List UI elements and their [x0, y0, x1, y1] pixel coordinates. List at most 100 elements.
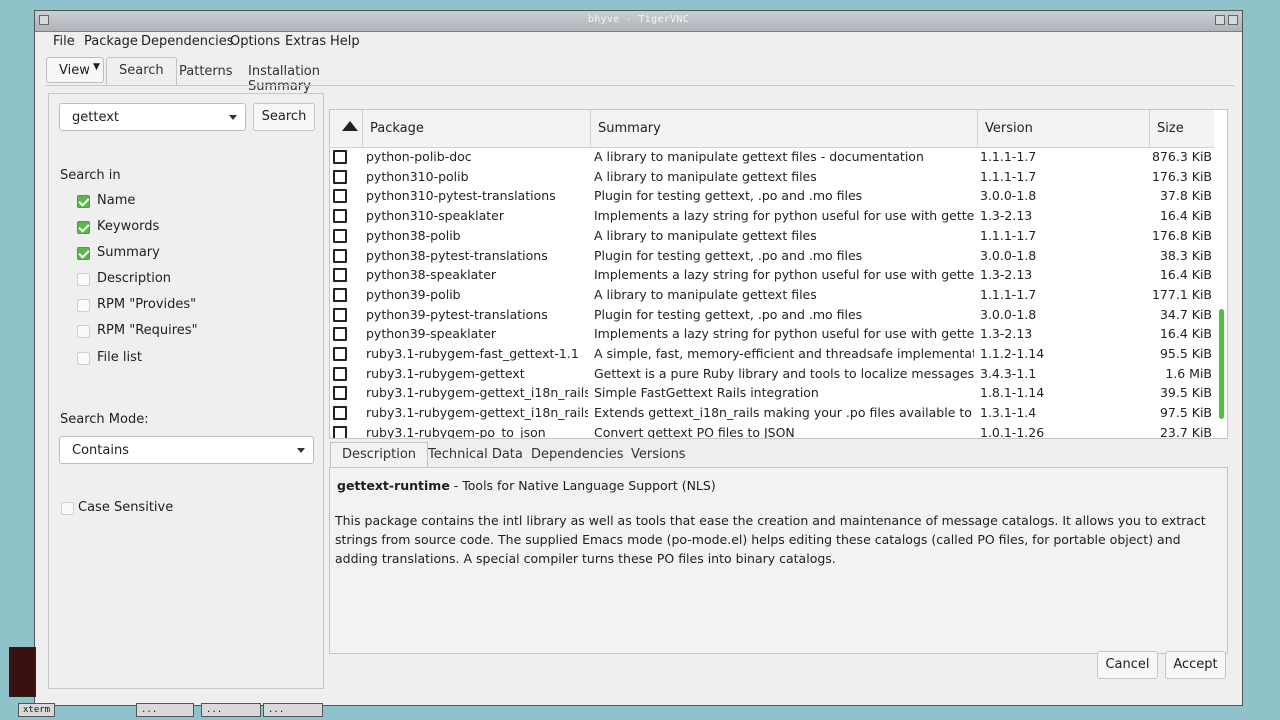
dropdown-arrow-icon — [297, 448, 305, 453]
version-cell: 1.1.1-1.7 — [980, 286, 1037, 302]
summary-cell: Plugin for testing gettext, .po and .mo … — [594, 247, 863, 263]
table-row[interactable]: python38-pytest-translations Plugin for t… — [330, 246, 1214, 266]
install-checkbox[interactable] — [333, 425, 347, 438]
install-checkbox[interactable] — [333, 268, 347, 283]
description-text: This package contains the intl library a… — [335, 513, 1206, 566]
tab-description[interactable]: Description — [330, 442, 429, 468]
column-header-package[interactable]: Package — [363, 110, 591, 147]
column-header-size[interactable]: Size — [1150, 110, 1214, 147]
tab-versions[interactable]: Versions — [631, 447, 686, 462]
search-mode-value: Contains — [72, 443, 129, 458]
column-header-version[interactable]: Version — [978, 110, 1150, 147]
package-name-cell: ruby3.1-rubygem-gettext — [366, 365, 525, 381]
sort-ascending-icon — [342, 121, 358, 131]
install-checkbox[interactable] — [333, 228, 347, 243]
tab-technical-data[interactable]: Technical Data — [428, 447, 523, 462]
case-sensitive-checkbox[interactable] — [61, 502, 74, 515]
taskbar-item[interactable]: ... — [201, 703, 261, 717]
package-name-cell: ruby3.1-rubygem-gettext_i18n_rails — [366, 385, 588, 401]
table-row[interactable]: python310-polib A library to manipulate g… — [330, 167, 1214, 187]
version-cell: 1.1.1-1.7 — [980, 149, 1037, 164]
tab-dependencies[interactable]: Dependencies — [531, 447, 624, 462]
table-row[interactable]: python38-speaklater Implements a lazy str… — [330, 265, 1214, 285]
file-list-checkbox[interactable] — [77, 352, 90, 365]
summary-cell: Convert gettext PO files to JSON — [594, 424, 795, 439]
summary-checkbox[interactable] — [77, 247, 90, 260]
maximize-icon[interactable] — [1228, 15, 1238, 25]
rpm-provides-checkbox[interactable] — [77, 299, 90, 312]
install-checkbox[interactable] — [333, 150, 347, 164]
minimize-icon[interactable] — [1215, 15, 1225, 25]
package-name-cell: ruby3.1-rubygem-po_to_json — [366, 424, 546, 439]
size-cell: 176.3 KiB — [1151, 168, 1212, 184]
scrollbar-thumb[interactable] — [1219, 309, 1224, 419]
taskbar-xterm[interactable]: xterm — [18, 703, 56, 717]
size-cell: 37.8 KiB — [1159, 188, 1212, 204]
menu-package[interactable]: Package — [84, 34, 138, 49]
description-checkbox[interactable] — [77, 273, 90, 286]
description-pane: gettext-runtime - Tools for Native Langu… — [329, 467, 1228, 654]
package-name-cell: python39-pytest-translations — [366, 306, 548, 322]
package-name-cell: python310-pytest-translations — [366, 188, 556, 204]
keywords-checkbox-label: Keywords — [97, 219, 160, 234]
xterm-thumbnail[interactable] — [9, 647, 36, 697]
summary-cell: A library to manipulate gettext files — [594, 227, 817, 243]
search-query-combo[interactable]: gettext — [59, 103, 246, 131]
table-row[interactable]: python39-speaklater Implements a lazy str… — [330, 324, 1214, 344]
summary-cell: Plugin for testing gettext, .po and .mo … — [594, 306, 863, 322]
menu-file[interactable]: File — [53, 34, 75, 49]
table-row[interactable]: python-polib-doc A library to manipulate … — [330, 147, 1214, 167]
view-menu-button[interactable]: View ▼ — [46, 57, 104, 83]
table-row[interactable]: python310-pytest-translations Plugin for … — [330, 186, 1214, 206]
window-titlebar[interactable]: bhyve - TigerVNC — [35, 11, 1242, 32]
menu-dependencies[interactable]: Dependencies — [141, 34, 234, 49]
tab-search[interactable]: Search — [106, 57, 177, 85]
table-row[interactable]: ruby3.1-rubygem-gettext_i18n_rails_js Ext… — [330, 403, 1214, 423]
package-name-cell: python38-speaklater — [366, 267, 497, 283]
install-checkbox[interactable] — [333, 189, 347, 204]
install-checkbox[interactable] — [333, 347, 347, 361]
search-mode-combo[interactable]: Contains — [59, 436, 314, 464]
menu-options[interactable]: Options — [230, 34, 280, 49]
install-checkbox[interactable] — [333, 307, 347, 322]
rpm-requires-checkbox-label: RPM "Requires" — [97, 323, 198, 338]
keywords-checkbox[interactable] — [77, 221, 90, 234]
version-cell: 1.1.2-1.14 — [980, 346, 1045, 361]
install-checkbox[interactable] — [333, 287, 347, 302]
status-column-header[interactable] — [330, 110, 363, 147]
install-checkbox[interactable] — [333, 169, 347, 184]
table-row[interactable]: python310-speaklater Implements a lazy st… — [330, 206, 1214, 226]
install-checkbox[interactable] — [333, 386, 347, 401]
rpm-requires-checkbox[interactable] — [77, 325, 90, 338]
table-row[interactable]: python39-polib A library to manipulate ge… — [330, 285, 1214, 305]
install-checkbox[interactable] — [333, 248, 347, 263]
table-row[interactable]: python39-pytest-translations Plugin for t… — [330, 305, 1214, 325]
package-name-cell: python39-speaklater — [366, 326, 497, 342]
install-checkbox[interactable] — [333, 406, 347, 421]
taskbar-item[interactable]: ... — [136, 703, 194, 717]
vertical-scrollbar[interactable] — [1214, 110, 1226, 438]
summary-cell: Implements a lazy string for python usef… — [594, 208, 974, 224]
install-checkbox[interactable] — [333, 366, 347, 381]
size-cell: 97.5 KiB — [1159, 405, 1212, 421]
accept-button[interactable]: Accept — [1165, 651, 1226, 679]
cancel-button[interactable]: Cancel — [1097, 651, 1158, 679]
taskbar-item[interactable]: ... — [263, 703, 323, 717]
search-button[interactable]: Search — [253, 103, 315, 131]
tab-patterns[interactable]: Patterns — [179, 64, 233, 79]
table-row[interactable]: ruby3.1-rubygem-gettext Gettext is a pure… — [330, 364, 1214, 384]
menu-help[interactable]: Help — [330, 34, 360, 49]
column-header-version-label: Version — [985, 121, 1033, 136]
size-cell: 16.4 KiB — [1159, 208, 1212, 224]
install-checkbox[interactable] — [333, 327, 347, 342]
menu-extras[interactable]: Extras — [285, 34, 326, 49]
column-header-size-label: Size — [1157, 121, 1184, 136]
size-cell: 1.6 MiB — [1165, 365, 1212, 381]
table-row[interactable]: ruby3.1-rubygem-fast_gettext-1.1 A simple… — [330, 344, 1214, 364]
table-row[interactable]: ruby3.1-rubygem-po_to_json Convert gettex… — [330, 423, 1214, 439]
name-checkbox[interactable] — [77, 195, 90, 208]
install-checkbox[interactable] — [333, 209, 347, 224]
table-row[interactable]: python38-polib A library to manipulate ge… — [330, 226, 1214, 246]
column-header-summary[interactable]: Summary — [591, 110, 978, 147]
table-row[interactable]: ruby3.1-rubygem-gettext_i18n_rails Simple… — [330, 383, 1214, 403]
